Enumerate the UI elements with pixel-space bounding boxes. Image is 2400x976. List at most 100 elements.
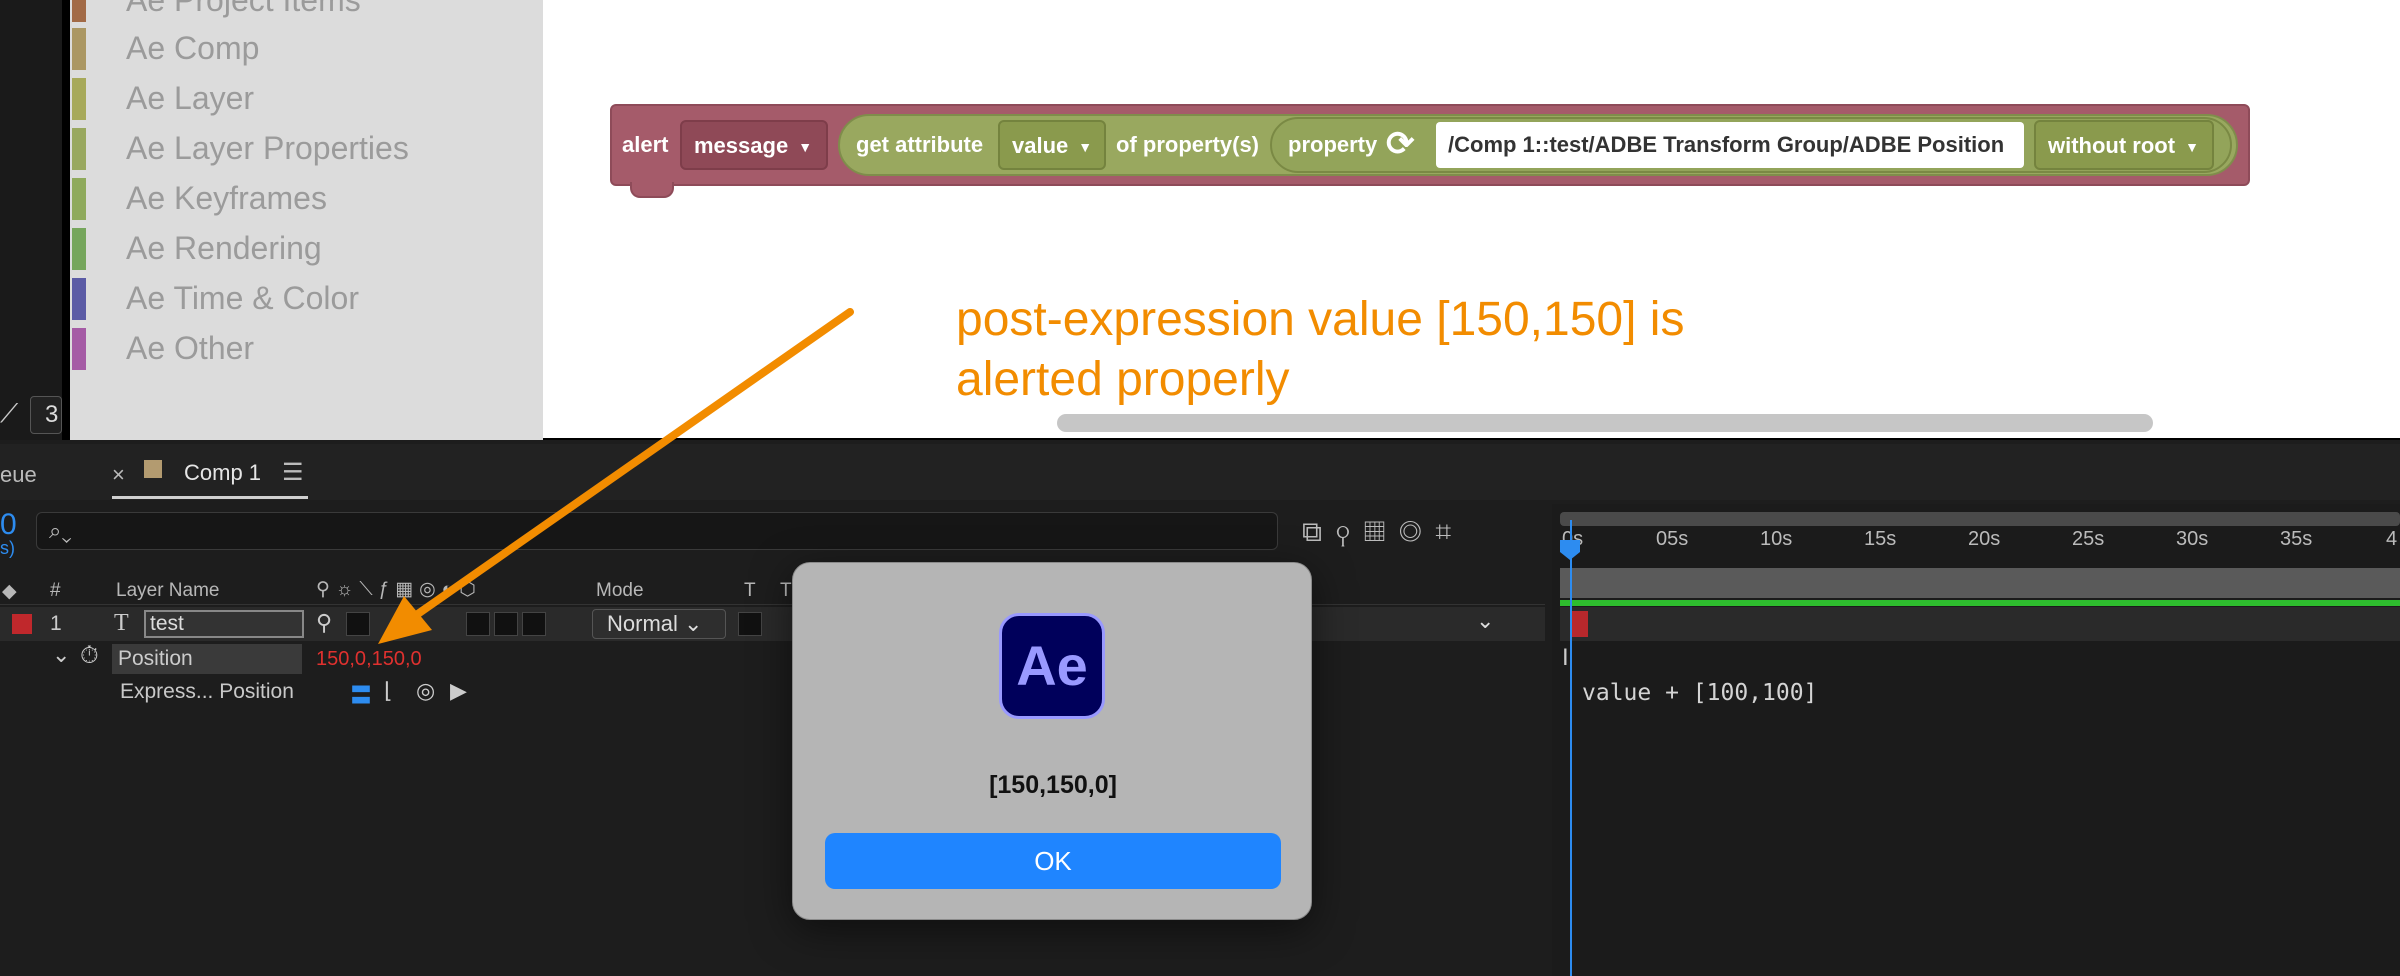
- expression-language-menu-icon[interactable]: ▶: [450, 678, 467, 704]
- attribute-dropdown[interactable]: value ▼: [998, 120, 1106, 170]
- motion-blur-icon[interactable]: ◎: [1399, 516, 1435, 547]
- panel-tab-bar: [0, 444, 2400, 500]
- category-ae-comp[interactable]: Ae Comp: [70, 24, 543, 74]
- category-color-swatch: [72, 128, 86, 170]
- blend-mode-select[interactable]: Normal ⌄: [592, 609, 726, 639]
- search-input[interactable]: ⌕⌄: [36, 512, 1278, 550]
- position-x-value[interactable]: 150,0: [316, 648, 366, 670]
- position-property-label[interactable]: Position: [112, 644, 302, 674]
- tick-label: 05s: [1656, 528, 1689, 550]
- attribute-dropdown-label: value: [1012, 133, 1069, 158]
- switches-icons: ⚲☼⟍ƒ▦◎◐⬡: [316, 579, 482, 600]
- category-ae-rendering[interactable]: Ae Rendering: [70, 224, 543, 274]
- work-area-bar[interactable]: [1560, 568, 2400, 598]
- shy-switch-icon[interactable]: ⚲: [316, 610, 332, 636]
- expression-enable-icon[interactable]: 〓: [350, 678, 372, 710]
- pick-whip-icon[interactable]: ◎: [416, 678, 435, 704]
- graph-editor-icon[interactable]: ⌗: [1435, 516, 1465, 547]
- category-ae-other[interactable]: Ae Other: [70, 324, 543, 374]
- tick-label: 30s: [2176, 528, 2209, 550]
- layer-duration-bar[interactable]: [1560, 600, 2400, 606]
- current-time[interactable]: 0: [0, 508, 17, 542]
- text-cursor-icon: I: [1562, 644, 1569, 671]
- playhead-line[interactable]: [1570, 520, 1572, 976]
- column-layer-name[interactable]: Layer Name: [116, 580, 220, 602]
- category-ae-project-items[interactable]: Ae Project Items: [70, 0, 543, 26]
- annotation-text: post-expression value [150,150] is alert…: [956, 290, 1956, 410]
- category-color-swatch: [72, 228, 86, 270]
- parent-chevron-down-icon[interactable]: ⌄: [1476, 608, 1494, 634]
- header-divider: [0, 604, 1545, 605]
- tick-label: 10s: [1760, 528, 1793, 550]
- tick-label: 15s: [1864, 528, 1897, 550]
- column-hash: #: [50, 580, 61, 601]
- category-ae-time-color[interactable]: Ae Time & Color: [70, 274, 543, 324]
- layer-name-field[interactable]: test: [144, 610, 304, 638]
- dialog-message: [150,150,0]: [989, 771, 1117, 799]
- stopwatch-icon[interactable]: ⏱: [80, 642, 99, 670]
- left-strip: ⟋ 3: [0, 0, 62, 440]
- layer-in-point[interactable]: [1572, 611, 1588, 637]
- shy-icon[interactable]: ⚲: [1336, 516, 1364, 547]
- time-navigator[interactable]: [1560, 512, 2400, 526]
- ok-button[interactable]: OK: [825, 833, 1281, 889]
- message-dropdown[interactable]: message ▼: [680, 120, 828, 170]
- category-color-swatch: [72, 278, 86, 320]
- graph-icon[interactable]: ⌊: [384, 678, 393, 704]
- layer-index: 1: [50, 612, 62, 635]
- frame-blend-icon[interactable]: ▦: [1364, 516, 1399, 547]
- tab-render-queue[interactable]: eue: [0, 462, 37, 488]
- root-dropdown[interactable]: without root ▼: [2034, 120, 2214, 170]
- label-tag-icon: ◆: [2, 581, 17, 602]
- comp-flowchart-icon[interactable]: ⧉: [1302, 516, 1336, 547]
- layer-track-row[interactable]: [1560, 607, 2400, 641]
- close-icon[interactable]: ×: [112, 462, 125, 488]
- adjustment-switch[interactable]: [494, 612, 518, 636]
- expression-text[interactable]: value + [100,100]: [1582, 680, 1817, 706]
- position-value[interactable]: 150,0,150,0: [316, 648, 422, 671]
- tick-label: 20s: [1968, 528, 2001, 550]
- 3d-switch[interactable]: [522, 612, 546, 636]
- motion-blur-switch[interactable]: [466, 612, 490, 636]
- search-icon: ⌕⌄: [49, 518, 72, 543]
- column-t: T: [744, 580, 756, 601]
- category-color-swatch: [72, 78, 86, 120]
- alert-block-notch: [630, 182, 674, 198]
- root-dropdown-label: without root: [2048, 133, 2176, 158]
- category-label: Ae Other: [126, 330, 255, 366]
- category-color-swatch: [72, 328, 86, 370]
- preserve-transparency-switch[interactable]: [738, 612, 762, 636]
- annotation-line-1: post-expression value [150,150] is: [956, 293, 1685, 346]
- panel-menu-icon[interactable]: ☰: [282, 458, 304, 487]
- expression-label: Express... Position: [120, 680, 294, 703]
- category-color-swatch: [72, 0, 86, 22]
- caret-down-icon: ▼: [2185, 139, 2199, 156]
- tab-comp-1[interactable]: Comp 1: [184, 460, 261, 486]
- feather-icon[interactable]: ⟋: [0, 398, 18, 430]
- category-ae-layer-properties[interactable]: Ae Layer Properties: [70, 124, 543, 174]
- property-path-field[interactable]: /Comp 1::test/ADBE Transform Group/ADBE …: [1436, 122, 2024, 168]
- horizontal-scrollbar[interactable]: [1057, 414, 2153, 432]
- refresh-icon[interactable]: ⟳: [1386, 124, 1415, 164]
- get-attribute-label: get attribute: [856, 132, 984, 157]
- time-ruler[interactable]: 0s 05s 10s 15s 20s 25s 30s 35s 4: [1560, 528, 2400, 568]
- category-ae-keyframes[interactable]: Ae Keyframes: [70, 174, 543, 224]
- counter-field[interactable]: 3: [30, 396, 62, 434]
- comp-color-swatch: [144, 460, 162, 478]
- caret-down-icon: ▼: [798, 139, 813, 156]
- category-label: Ae Comp: [126, 30, 260, 66]
- disclosure-chevron-icon[interactable]: ⌄: [52, 642, 70, 668]
- timeline-switches: ⧉⚲▦◎⌗: [1302, 516, 1465, 549]
- category-label: Ae Layer Properties: [126, 130, 409, 166]
- category-ae-layer[interactable]: Ae Layer: [70, 74, 543, 124]
- layer-label-color[interactable]: [12, 614, 32, 634]
- chevron-down-icon: ⌄: [684, 611, 703, 636]
- caret-down-icon: ▼: [1078, 139, 1093, 156]
- alert-block-label: alert: [622, 132, 669, 157]
- tick-label: 35s: [2280, 528, 2313, 550]
- collapse-switch[interactable]: [346, 612, 370, 636]
- blockly-toolbox: Ae Project Items Ae Comp Ae Layer Ae Lay…: [70, 0, 543, 440]
- position-y-value[interactable]: 150,0: [372, 648, 422, 670]
- blend-mode-value: Normal: [607, 611, 678, 636]
- active-tab-underline: [112, 496, 308, 499]
